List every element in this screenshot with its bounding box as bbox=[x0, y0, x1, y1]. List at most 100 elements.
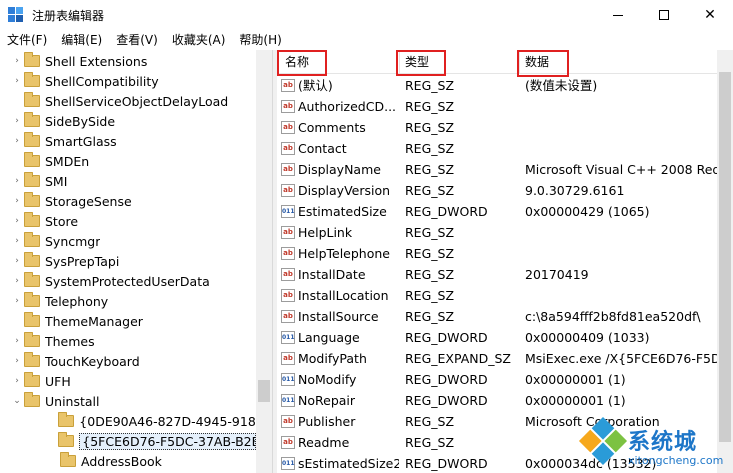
value-name: InstallDate bbox=[298, 267, 366, 282]
tree-item[interactable]: AddressBook bbox=[0, 451, 256, 471]
tree-item[interactable]: › SmartGlass bbox=[0, 131, 256, 151]
menu-edit[interactable]: 编辑(E) bbox=[54, 30, 109, 50]
value-data: (数值未设置) bbox=[525, 78, 598, 93]
tree-item[interactable]: › SysPrepTapi bbox=[0, 251, 256, 271]
folder-icon bbox=[24, 52, 40, 67]
expand-chevron-icon[interactable]: › bbox=[12, 276, 22, 286]
value-name-cell: ab Comments bbox=[281, 117, 399, 138]
menu-favorites[interactable]: 收藏夹(A) bbox=[165, 30, 233, 50]
value-row[interactable]: ab InstallDate REG_SZ 20170419 bbox=[277, 264, 717, 285]
value-name-cell: ab InstallLocation bbox=[281, 285, 399, 306]
expand-chevron-icon[interactable]: › bbox=[12, 256, 22, 266]
expand-chevron-icon[interactable]: › bbox=[12, 236, 22, 246]
expand-chevron-icon[interactable]: › bbox=[12, 56, 22, 66]
tree-item[interactable]: › StorageSense bbox=[0, 191, 256, 211]
tree-item[interactable]: › SystemProtectedUserData bbox=[0, 271, 256, 291]
tree-item[interactable]: ⌄ Uninstall bbox=[0, 391, 256, 411]
value-name: Contact bbox=[298, 141, 347, 156]
tree-item-label: UFH bbox=[45, 373, 71, 389]
tree-scrollbar[interactable] bbox=[256, 50, 272, 473]
value-row[interactable]: ab AuthorizedCD... REG_SZ bbox=[277, 96, 717, 117]
tree-item[interactable]: › Themes bbox=[0, 331, 256, 351]
collapse-chevron-icon[interactable]: ⌄ bbox=[12, 396, 22, 406]
value-type: REG_DWORD bbox=[405, 204, 488, 219]
expand-chevron-icon[interactable]: › bbox=[12, 196, 22, 206]
expand-chevron-icon[interactable]: › bbox=[12, 176, 22, 186]
value-row[interactable]: 011 Language REG_DWORD 0x00000409 (1033) bbox=[277, 327, 717, 348]
value-type: REG_SZ bbox=[405, 78, 455, 93]
expand-chevron-icon[interactable]: › bbox=[12, 376, 22, 386]
folder-icon bbox=[24, 152, 40, 167]
tree-item[interactable]: {0DE90A46-827D-4945-9188-877 bbox=[0, 411, 256, 431]
tree-item[interactable]: ThemeManager bbox=[0, 311, 256, 331]
value-data bbox=[525, 222, 717, 243]
tree-item-label: Themes bbox=[45, 333, 95, 349]
tree-item[interactable]: › Shell Extensions bbox=[0, 51, 256, 71]
value-row[interactable]: ab DisplayVersion REG_SZ 9.0.30729.6161 bbox=[277, 180, 717, 201]
value-name-cell: ab DisplayVersion bbox=[281, 180, 399, 201]
value-type: REG_SZ bbox=[405, 120, 455, 135]
tree-item[interactable]: › UFH bbox=[0, 371, 256, 391]
tree-item-label: SideBySide bbox=[45, 113, 116, 129]
value-row[interactable]: ab DisplayName REG_SZ Microsoft Visual C++ … bbox=[277, 159, 717, 180]
values-scrollbar[interactable] bbox=[717, 50, 733, 473]
value-name: AuthorizedCD... bbox=[298, 99, 397, 114]
minimize-button[interactable] bbox=[595, 0, 641, 30]
folder-icon bbox=[24, 312, 40, 327]
folder-icon bbox=[24, 372, 40, 387]
string-value-icon: ab bbox=[281, 289, 295, 302]
menu-file[interactable]: 文件(F) bbox=[0, 30, 54, 50]
close-button[interactable]: ✕ bbox=[687, 0, 733, 30]
value-row[interactable]: 011 NoRepair REG_DWORD 0x00000001 (1) bbox=[277, 390, 717, 411]
value-name-cell: ab InstallDate bbox=[281, 264, 399, 285]
watermark-url: xitongcheng.com bbox=[628, 454, 724, 467]
value-name: Publisher bbox=[298, 414, 356, 429]
expand-chevron-icon[interactable]: › bbox=[12, 356, 22, 366]
expand-chevron-icon[interactable]: › bbox=[12, 336, 22, 346]
expand-chevron-icon[interactable]: › bbox=[12, 216, 22, 226]
tree-item[interactable]: {5FCE6D76-F5DC-37AB-B2B8-22 bbox=[0, 431, 256, 451]
menu-view[interactable]: 查看(V) bbox=[109, 30, 165, 50]
menu-help[interactable]: 帮助(H) bbox=[232, 30, 288, 50]
maximize-button[interactable] bbox=[641, 0, 687, 30]
tree-item[interactable]: › SMI bbox=[0, 171, 256, 191]
menu-bar: 文件(F) 编辑(E) 查看(V) 收藏夹(A) 帮助(H) bbox=[0, 30, 733, 50]
tree-item[interactable]: SMDEn bbox=[0, 151, 256, 171]
tree-item-label: {0DE90A46-827D-4945-9188-877 bbox=[79, 413, 256, 429]
registry-key-tree: › Shell Extensions › ShellCompatibility Shel… bbox=[0, 50, 272, 473]
tree-item-label: TouchKeyboard bbox=[45, 353, 140, 369]
value-row[interactable]: ab InstallLocation REG_SZ bbox=[277, 285, 717, 306]
expand-chevron-icon[interactable]: › bbox=[12, 136, 22, 146]
tree-item[interactable]: › Syncmgr bbox=[0, 231, 256, 251]
tree-item[interactable]: › ShellCompatibility bbox=[0, 71, 256, 91]
folder-icon bbox=[24, 292, 40, 307]
tree-item[interactable]: › SideBySide bbox=[0, 111, 256, 131]
value-row[interactable]: 011 NoModify REG_DWORD 0x00000001 (1) bbox=[277, 369, 717, 390]
tree-item[interactable]: › Store bbox=[0, 211, 256, 231]
value-name-cell: ab InstallSource bbox=[281, 306, 399, 327]
tree-item[interactable]: › Telephony bbox=[0, 291, 256, 311]
value-data: c:\8a594fff2b8fd81ea520df\ bbox=[525, 309, 701, 324]
value-row[interactable]: ab Comments REG_SZ bbox=[277, 117, 717, 138]
tree-item[interactable]: ShellServiceObjectDelayLoad bbox=[0, 91, 256, 111]
value-name: Comments bbox=[298, 120, 366, 135]
value-row[interactable]: 011 EstimatedSize REG_DWORD 0x00000429 (106… bbox=[277, 201, 717, 222]
value-row[interactable]: ab HelpLink REG_SZ bbox=[277, 222, 717, 243]
folder-icon bbox=[24, 232, 40, 247]
value-type: REG_SZ bbox=[405, 414, 455, 429]
value-type: REG_SZ bbox=[405, 267, 455, 282]
value-row[interactable]: ab InstallSource REG_SZ c:\8a594fff2b8fd81e… bbox=[277, 306, 717, 327]
expand-chevron-icon[interactable]: › bbox=[12, 296, 22, 306]
value-row[interactable]: ab ModifyPath REG_EXPAND_SZ MsiExec.exe /X{… bbox=[277, 348, 717, 369]
value-row[interactable]: ab (默认) REG_SZ (数值未设置) bbox=[277, 75, 717, 96]
value-row[interactable]: ab Contact REG_SZ bbox=[277, 138, 717, 159]
values-scrollbar-thumb[interactable] bbox=[719, 72, 731, 442]
tree-item[interactable]: › TouchKeyboard bbox=[0, 351, 256, 371]
tree-scrollbar-thumb[interactable] bbox=[258, 380, 270, 402]
value-data: 0x00000409 (1033) bbox=[525, 330, 650, 345]
value-row[interactable]: ab HelpTelephone REG_SZ bbox=[277, 243, 717, 264]
expand-chevron-icon[interactable]: › bbox=[12, 116, 22, 126]
expand-chevron-icon[interactable]: › bbox=[12, 76, 22, 86]
binary-value-icon: 011 bbox=[281, 373, 295, 386]
value-name: InstallSource bbox=[298, 309, 379, 324]
